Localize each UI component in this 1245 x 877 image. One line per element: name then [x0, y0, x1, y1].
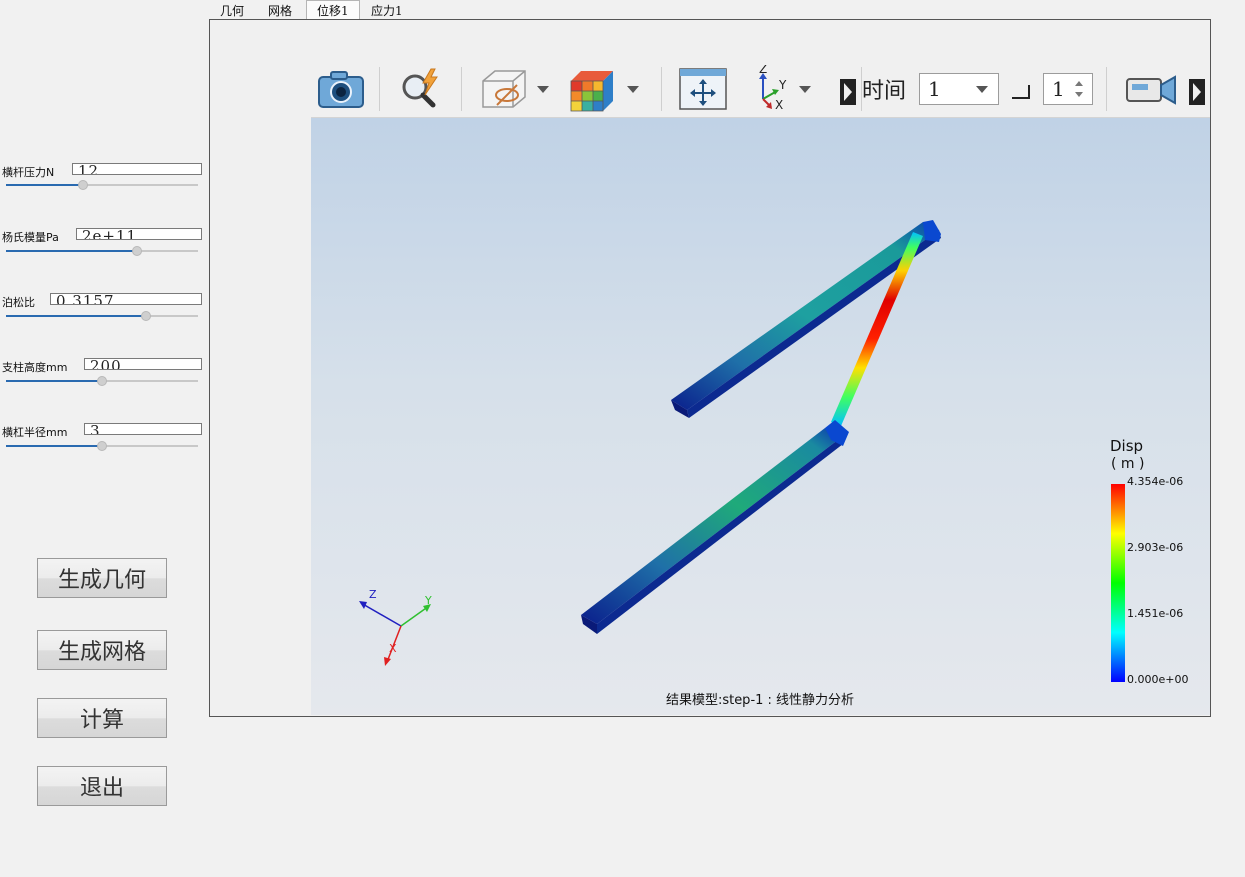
color-legend: Disp ( m ) 4.354e-06 2.903e-06 1.451e-06…: [1110, 437, 1188, 686]
tab-mesh[interactable]: 网格: [258, 1, 302, 19]
slider-handle[interactable]: [97, 441, 107, 451]
slider-fill: [6, 184, 83, 186]
slider-handle[interactable]: [97, 376, 107, 386]
chevron-down-icon[interactable]: [537, 86, 549, 93]
result-status-text: 结果模型:step-1 : 线性静力分析: [666, 693, 854, 708]
youngs-modulus-slider[interactable]: [6, 246, 198, 256]
column-height-slider[interactable]: [6, 376, 198, 386]
slider-fill: [6, 380, 102, 382]
deformation-contour-view: Z Y X Disp ( m ) 4.354e-06 2.903e-06 1.4…: [359, 220, 1188, 708]
slider-fill: [6, 445, 102, 447]
compute-button[interactable]: 计算: [37, 698, 167, 738]
lower-arm: [581, 420, 849, 634]
tab-stress[interactable]: 应力1: [361, 1, 413, 19]
poisson-ratio-input[interactable]: 0.3157: [50, 293, 202, 305]
tab-geometry[interactable]: 几何: [210, 1, 254, 19]
video-camera-icon[interactable]: [1121, 65, 1181, 113]
result-viewport[interactable]: Z Y X Disp ( m ) 4.354e-06 2.903e-06 1.4…: [311, 118, 1210, 715]
force-input[interactable]: 12: [72, 163, 202, 175]
triad-y-label: Y: [424, 594, 432, 607]
slider-fill: [6, 250, 137, 252]
axis-label-x: X: [775, 98, 783, 112]
beam-radius-slider[interactable]: [6, 441, 198, 451]
step-corner-icon: [1012, 85, 1030, 99]
zoom-search-icon[interactable]: [395, 65, 447, 113]
slider-fill: [6, 315, 146, 317]
toolbar-separator: [461, 67, 462, 111]
time-label: 时间: [862, 79, 907, 104]
slider-handle[interactable]: [132, 246, 142, 256]
time-select-value: 1: [928, 77, 941, 101]
slider-handle[interactable]: [141, 311, 151, 321]
slider-handle[interactable]: [78, 180, 88, 190]
param-label-poisson-ratio: 泊松比: [2, 296, 35, 309]
param-label-beam-radius: 横杠半径mm: [2, 426, 68, 439]
axes-triad: Z Y X: [359, 588, 432, 666]
param-label-column-height: 支柱高度mm: [2, 361, 68, 374]
chevron-down-icon[interactable]: [627, 86, 639, 93]
legend-title: Disp: [1110, 437, 1143, 455]
triad-x-label: X: [389, 642, 397, 655]
exit-button[interactable]: 退出: [37, 766, 167, 806]
camera-icon[interactable]: [315, 65, 367, 113]
toolbar-separator: [661, 67, 662, 111]
axes-orientation-icon[interactable]: Z Y X: [745, 62, 797, 113]
toolbar-separator: [379, 67, 380, 111]
youngs-modulus-input[interactable]: 2e+11: [76, 228, 202, 240]
legend-label-2: 2.903e-06: [1127, 541, 1183, 554]
legend-label-3: 1.451e-06: [1127, 607, 1183, 620]
chevron-down-icon: [976, 86, 988, 93]
visibility-box-icon[interactable]: [477, 65, 529, 113]
toolbar-scroll-icon[interactable]: [837, 65, 859, 113]
legend-color-bar: [1111, 484, 1125, 682]
axis-label-y: Y: [778, 78, 787, 92]
generate-mesh-button[interactable]: 生成网格: [37, 630, 167, 670]
upper-arm: [671, 220, 941, 418]
spin-down-icon[interactable]: [1075, 92, 1083, 97]
param-label-force: 横杆压力N: [2, 166, 55, 179]
viewer-toolbar: Z Y X 时间 1 1: [311, 61, 1210, 118]
param-label-youngs-modulus: 杨氏模量Pa: [2, 231, 59, 244]
legend-label-max: 4.354e-06: [1127, 475, 1183, 488]
color-cube-icon[interactable]: [567, 65, 619, 113]
chevron-down-icon[interactable]: [799, 86, 811, 93]
force-slider[interactable]: [6, 180, 198, 190]
tab-displacement[interactable]: 位移1: [306, 0, 360, 20]
poisson-ratio-slider[interactable]: [6, 311, 198, 321]
step-spinbox[interactable]: 1: [1043, 73, 1093, 105]
legend-label-min: 0.000e+00: [1127, 673, 1188, 686]
toolbar-scroll-icon[interactable]: [1186, 65, 1208, 113]
generate-geometry-button[interactable]: 生成几何: [37, 558, 167, 598]
column-height-input[interactable]: 200: [84, 358, 202, 370]
time-select[interactable]: 1: [919, 73, 999, 105]
beam-radius-input[interactable]: 3: [84, 423, 202, 435]
axis-label-z: Z: [759, 65, 767, 76]
result-frame: Z Y X 时间 1 1 Z Y X Disp (m) 4.354e-06 …: [209, 19, 1211, 717]
toolbar-separator: [1106, 67, 1107, 111]
fit-view-icon[interactable]: [677, 65, 729, 113]
triad-z-label: Z: [369, 588, 377, 601]
spin-up-icon[interactable]: [1075, 81, 1083, 86]
legend-unit: ( m ): [1111, 456, 1144, 472]
step-spinbox-value: 1: [1052, 77, 1065, 101]
